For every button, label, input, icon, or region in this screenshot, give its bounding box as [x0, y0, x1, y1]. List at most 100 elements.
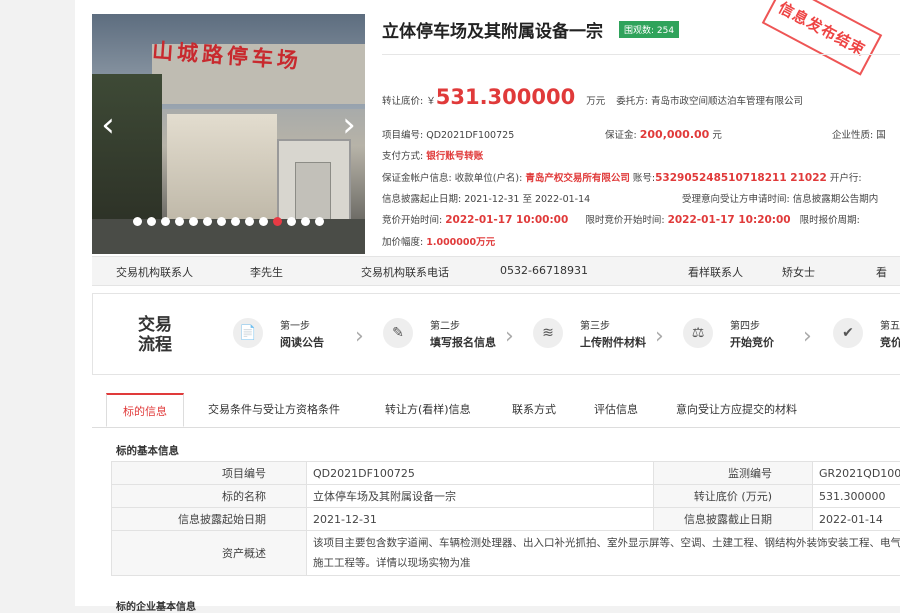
trade-flow: 交易流程 📄 第一步 阅读公告 › ✎ 第二步 填写报名信息 › ≋ 第三步 上… [92, 293, 900, 375]
price-value: 531.300000 [436, 85, 575, 109]
gallery-dot[interactable] [301, 217, 310, 226]
price-unit: 万元 [586, 96, 605, 107]
table-cell: 2021-12-31 [307, 508, 654, 531]
tab-evaluation[interactable]: 评估信息 [594, 401, 638, 417]
chevron-right-icon: › [803, 324, 812, 349]
divider [382, 54, 900, 55]
gallery-dot[interactable] [189, 217, 198, 226]
account-label: 保证金帐户信息: 收款单位(户名): [382, 173, 522, 184]
account-name: 青岛产权交易所有限公司 [525, 173, 630, 184]
org-contact-value: 李先生 [250, 264, 283, 280]
table-row: 项目编号 QD2021DF100725 监测编号 GR2021QD100 [112, 462, 900, 485]
timed-start-label: 限时竞价开始时间: [585, 215, 664, 226]
section-title: 标的基本信息 [116, 443, 179, 458]
basic-info-table: 项目编号 QD2021DF100725 监测编号 GR2021QD100 标的名… [111, 461, 900, 576]
org-contact-label: 交易机构联系人 [116, 264, 193, 280]
gallery-dots [92, 217, 365, 226]
gallery-next-icon[interactable]: › [338, 105, 360, 149]
gallery-dot[interactable] [287, 217, 296, 226]
price-row: 转让底价: ￥531.300000 万元 委托方: 青岛市政空间顺达泊车管理有限… [382, 85, 803, 109]
gallery-dot-active[interactable] [273, 217, 282, 226]
detail-tabs: 标的信息 交易条件与受让方资格条件 转让方(看样)信息 联系方式 评估信息 意向… [92, 393, 900, 428]
asset-description: 该项目主要包含数字道闸、车辆检测处理器、出入口补光抓拍、室外显示屏等、空调、土建… [307, 531, 900, 576]
flow-step-number: 第一步 [280, 317, 310, 332]
org-phone-value: 0532-66718931 [500, 264, 588, 277]
deposit-unit: 元 [712, 130, 722, 141]
flow-step-name: 竞价 [880, 334, 900, 350]
table-cell: 转让底价 (万元) [654, 485, 813, 508]
gallery-dot[interactable] [259, 217, 268, 226]
tab-conditions[interactable]: 交易条件与受让方资格条件 [208, 401, 340, 417]
timed-start-value: 2022-01-17 10:20:00 [668, 214, 791, 226]
tab-transferor[interactable]: 转让方(看样)信息 [385, 401, 471, 417]
stack-icon: ≋ [533, 318, 563, 348]
gallery-dot[interactable] [217, 217, 226, 226]
timed-period-label: 限时报价周期: [800, 215, 860, 226]
page-title: 立体停车场及其附属设备一宗 [382, 17, 603, 42]
account-no-label: 账号: [633, 173, 655, 184]
check-icon: ✔ [833, 318, 863, 348]
flow-step-number: 第二步 [430, 317, 460, 332]
payment-row: 支付方式: 银行账号转账 [382, 148, 483, 162]
bank-label: 开户行: [830, 173, 862, 184]
gallery-dot[interactable] [133, 217, 142, 226]
flow-title: 交易流程 [135, 315, 175, 355]
gavel-icon: ⚖ [683, 318, 713, 348]
entrust-info: 委托方: 青岛市政空间顺达泊车管理有限公司 [616, 96, 803, 107]
increment-label: 加价幅度: [382, 237, 423, 248]
table-cell: 立体停车场及其附属设备一宗 [307, 485, 654, 508]
tab-target-info[interactable]: 标的信息 [106, 393, 184, 427]
gallery-dot[interactable] [315, 217, 324, 226]
gallery-dot[interactable] [231, 217, 240, 226]
increment-value: 1.000000万元 [426, 237, 495, 248]
table-cell: 2022-01-14 [813, 508, 900, 531]
table-cell: 信息披露截止日期 [654, 508, 813, 531]
flow-step-name: 阅读公告 [280, 334, 324, 350]
gallery-dot[interactable] [161, 217, 170, 226]
table-cell: 信息披露起始日期 [112, 508, 307, 531]
gallery-prev-icon[interactable]: ‹ [97, 105, 119, 149]
deposit-value: 200,000.00 [640, 128, 710, 141]
views-badge: 围观数: 254 [619, 21, 679, 38]
table-row: 标的名称 立体停车场及其附属设备一宗 转让底价 (万元) 531.300000 [112, 485, 900, 508]
table-cell: 监测编号 [654, 462, 813, 485]
table-cell: 标的名称 [112, 485, 307, 508]
payment-value: 银行账号转账 [426, 151, 483, 162]
account-number: 532905248510718211 21022 [655, 172, 827, 184]
pen-icon: ✎ [383, 318, 413, 348]
tab-materials[interactable]: 意向受让方应提交的材料 [676, 401, 797, 417]
table-cell: 资产概述 [112, 531, 307, 576]
payment-label: 支付方式: [382, 151, 423, 162]
viewing-contact-value: 矫女士 [782, 264, 815, 280]
flow-step-name: 填写报名信息 [430, 334, 496, 350]
contacts-bar: 交易机构联系人 李先生 交易机构联系电话 0532-66718931 看样联系人… [92, 256, 900, 286]
gallery-dot[interactable] [203, 217, 212, 226]
tab-contact[interactable]: 联系方式 [512, 401, 556, 417]
intent-period: 受理意向受让方申请时间: 信息披露期公告期内 [682, 191, 878, 205]
account-row: 保证金帐户信息: 收款单位(户名): 青岛产权交易所有限公司 账号:532905… [382, 170, 862, 184]
flow-step-name: 开始竞价 [730, 334, 774, 350]
table-cell: QD2021DF100725 [307, 462, 654, 485]
price-label: 转让底价: ￥ [382, 96, 436, 107]
bid-start-value: 2022-01-17 10:00:00 [445, 214, 568, 226]
table-cell: GR2021QD100 [813, 462, 900, 485]
bid-start-label: 竞价开始时间: [382, 215, 442, 226]
chevron-right-icon: › [655, 324, 664, 349]
gallery-dot[interactable] [175, 217, 184, 226]
flow-step-number: 第三步 [580, 317, 610, 332]
viewing-contact-label: 看样联系人 [688, 264, 743, 280]
flow-step-number: 第五 [880, 317, 900, 332]
org-phone-label: 交易机构联系电话 [361, 264, 449, 280]
table-row: 资产概述 该项目主要包含数字道闸、车辆检测处理器、出入口补光抓拍、室外显示屏等、… [112, 531, 900, 576]
enterprise-type: 企业性质: 国 [832, 127, 886, 141]
chevron-right-icon: › [505, 324, 514, 349]
bid-times-row: 竞价开始时间: 2022-01-17 10:00:00 限时竞价开始时间: 20… [382, 212, 860, 226]
disclose-period: 信息披露起止日期: 2021-12-31 至 2022-01-14 [382, 191, 590, 205]
chevron-right-icon: › [355, 324, 364, 349]
table-cell: 531.300000 [813, 485, 900, 508]
gallery-dot[interactable] [147, 217, 156, 226]
deposit-row: 保证金: 200,000.00 元 [605, 127, 722, 141]
gallery-dot[interactable] [245, 217, 254, 226]
project-number: 项目编号: QD2021DF100725 [382, 127, 514, 141]
flow-step-name: 上传附件材料 [580, 334, 646, 350]
